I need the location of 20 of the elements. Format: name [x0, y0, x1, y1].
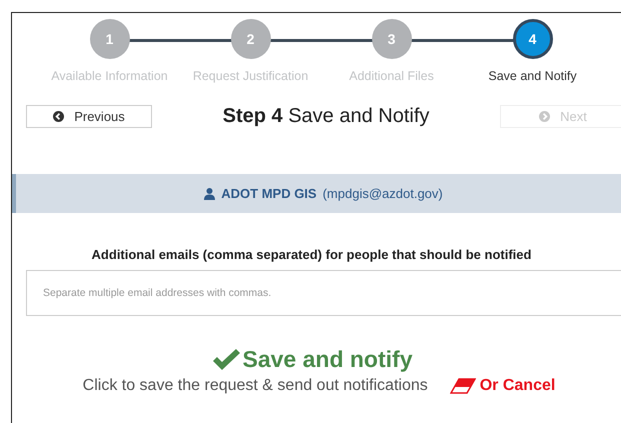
user-name: ADOT MPD GIS	[221, 186, 317, 201]
step-label: Save and Notify	[488, 69, 577, 83]
emails-input-field[interactable]: Separate multiple email addresses with commas.	[26, 270, 621, 316]
step-circle[interactable]: 3	[372, 19, 412, 59]
step-circle[interactable]: 4	[512, 19, 552, 59]
step-label: Request Justification	[192, 69, 308, 83]
check-icon	[210, 348, 240, 372]
step-circle[interactable]: 1	[90, 19, 130, 59]
eraser-icon	[450, 378, 476, 394]
cancel-link[interactable]: Or Cancel	[450, 377, 556, 395]
emails-label: Additional emails (comma separated) for people that should be notified	[90, 247, 532, 262]
user-email: (mpdgis@azdot.gov)	[322, 186, 443, 201]
save-description: Click to save the request & send out notifications	[82, 377, 428, 395]
save-button[interactable]: Save and notify	[210, 346, 412, 373]
user-icon	[204, 188, 216, 200]
step-circle[interactable]: 2	[230, 19, 270, 59]
step-label: Available Information	[51, 69, 168, 83]
step-label: Additional Files	[349, 69, 434, 83]
previous-button[interactable]: Previous	[26, 105, 152, 128]
step-title: Step 4 Save and Notify	[222, 105, 430, 128]
